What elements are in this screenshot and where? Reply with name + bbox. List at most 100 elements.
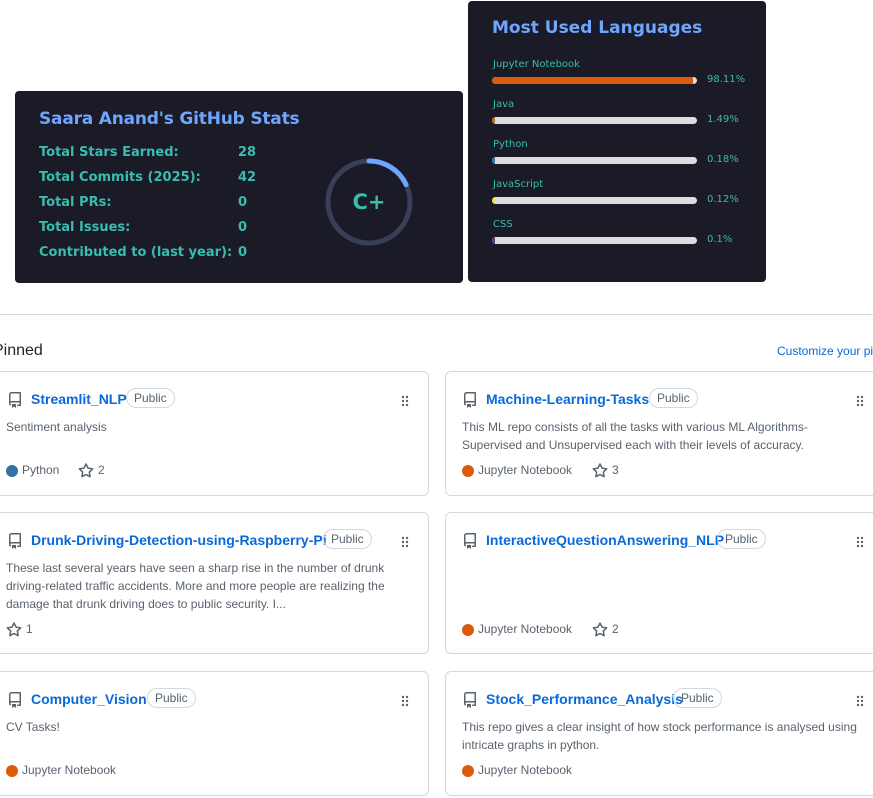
stat-row-contributed: Contributed to (last year): 0 [39,245,279,263]
repo-name-link[interactable]: Computer_Vision [31,691,147,707]
repo-meta: Jupyter Notebook 2 [462,622,762,638]
language-bar [492,77,697,84]
stat-row-commits: Total Commits (2025): 42 [39,170,279,188]
repo-meta: Jupyter Notebook [6,763,306,779]
repo-icon [8,392,21,408]
pinned-repo-card: Machine-Learning-Tasks Public This ML re… [445,371,873,496]
star-icon[interactable] [6,622,22,638]
language-name: Jupyter Notebook [493,59,580,70]
language-color-dot [6,465,18,477]
pinned-repo-card: Computer_Vision Public CV Tasks! Jupyter… [0,671,429,796]
language-bar-fill [492,157,496,164]
repo-language: Jupyter Notebook [22,763,117,777]
language-item: Python 0.18% [492,139,752,175]
repo-language: Jupyter Notebook [478,622,573,636]
stat-label: Total Issues: [39,220,131,235]
repo-icon [464,392,476,408]
visibility-badge: Public [147,688,196,708]
visibility-badge: Public [126,388,175,408]
language-bar [492,157,697,164]
repo-description: This repo gives a clear insight of how s… [462,720,857,752]
repo-star-count[interactable]: 3 [612,463,619,477]
repo-icon [8,533,21,549]
star-icon[interactable] [592,463,608,479]
stat-label: Total Stars Earned: [39,145,179,160]
drag-handle-icon[interactable] [400,694,410,708]
repo-icon [464,692,476,708]
drag-handle-icon[interactable] [400,535,410,549]
most-used-languages-card: Most Used Languages Jupyter Notebook 98.… [468,1,766,282]
repo-name-link[interactable]: Drunk-Driving-Detection-using-Raspberry-… [31,532,327,548]
language-color-dot [462,624,474,636]
repo-language: Jupyter Notebook [478,463,573,477]
drag-handle-icon[interactable] [855,394,865,408]
pinned-repo-card: InteractiveQuestionAnswering_NLP Public … [445,512,873,654]
pinned-repo-card: Stock_Performance_Analysis Public This r… [445,671,873,796]
language-color-dot [462,765,474,777]
language-item: Jupyter Notebook 98.11% [492,59,752,95]
pinned-heading: Pinned [0,342,43,359]
repo-name-link[interactable]: Machine-Learning-Tasks [486,391,649,407]
language-bar-fill [492,77,694,84]
language-color-dot [6,765,18,777]
star-icon[interactable] [592,622,608,638]
section-divider [0,314,873,315]
stat-value: 42 [238,170,257,185]
language-item: CSS 0.1% [492,219,752,255]
pinned-repo-card: Drunk-Driving-Detection-using-Raspberry-… [0,512,429,654]
language-bar-fill [492,197,496,204]
visibility-badge: Public [323,529,372,549]
repo-meta: Python 2 [6,463,306,479]
stat-value: 0 [238,245,248,260]
repo-star-count[interactable]: 2 [612,622,619,636]
stat-label: Total PRs: [39,195,112,210]
repo-name-link[interactable]: InteractiveQuestionAnswering_NLP [486,532,724,548]
repo-meta: Jupyter Notebook [462,763,762,779]
language-name: CSS [493,219,513,230]
language-bar [492,197,697,204]
stat-row-stars: Total Stars Earned: 28 [39,145,279,163]
language-percent: 0.18% [707,154,739,165]
repo-name-link[interactable]: Stock_Performance_Analysis [486,691,683,707]
repo-language: Jupyter Notebook [478,763,573,777]
repo-icon [464,533,476,549]
visibility-badge: Public [717,529,766,549]
language-percent: 1.49% [707,114,739,125]
rank-grade: C+ [352,190,386,214]
visibility-badge: Public [649,388,698,408]
language-item: JavaScript 0.12% [492,179,752,215]
repo-star-count[interactable]: 1 [26,622,33,636]
stat-label: Total Commits (2025): [39,170,201,185]
stat-row-prs: Total PRs: 0 [39,195,279,213]
repo-name-link[interactable]: Streamlit_NLP [31,391,127,407]
language-percent: 0.1% [707,234,733,245]
repo-icon [8,692,21,708]
stat-value: 0 [238,195,248,210]
language-bar [492,237,697,244]
github-stats-card: Saara Anand's GitHub Stats Total Stars E… [15,91,463,283]
drag-handle-icon[interactable] [400,394,410,408]
language-percent: 98.11% [707,74,746,85]
customize-pins-link[interactable]: Customize your pins [777,344,873,358]
stats-card-title: Saara Anand's GitHub Stats [39,109,300,129]
languages-card-title: Most Used Languages [492,18,703,38]
language-percent: 0.12% [707,194,739,205]
repo-description: These last several years have seen a sha… [6,561,385,611]
language-color-dot [462,465,474,477]
language-name: JavaScript [493,179,544,190]
repo-description: Sentiment analysis [6,420,107,434]
stat-value: 28 [238,145,257,160]
drag-handle-icon[interactable] [855,694,865,708]
repo-meta: Jupyter Notebook 3 [462,463,762,479]
drag-handle-icon[interactable] [855,535,865,549]
repo-language: Python [22,463,60,477]
repo-star-count[interactable]: 2 [98,463,105,477]
repo-description: CV Tasks! [6,720,60,734]
language-name: Python [493,139,528,150]
language-item: Java 1.49% [492,99,752,135]
stat-value: 0 [238,220,248,235]
repo-meta: 1 [6,622,306,638]
language-bar-fill [492,117,496,124]
pinned-repo-card: Streamlit_NLP Public Sentiment analysis … [0,371,429,496]
star-icon[interactable] [78,463,94,479]
